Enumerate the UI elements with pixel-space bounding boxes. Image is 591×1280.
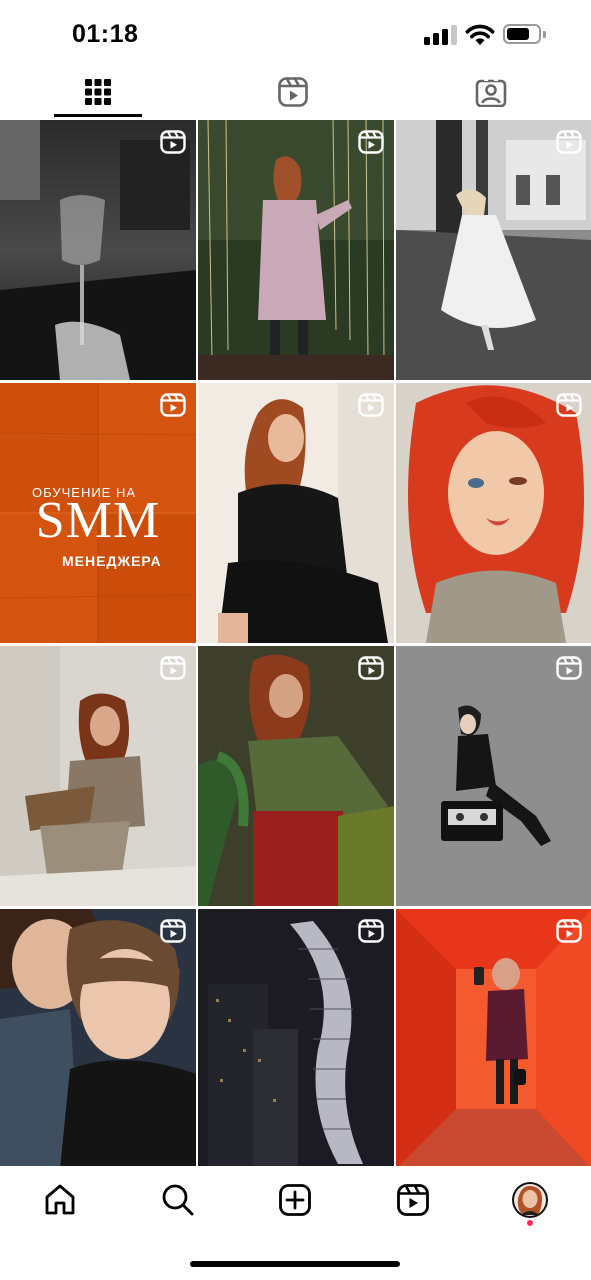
avatar: [512, 1182, 548, 1218]
posts-grid: ОБУЧЕНИЕ НА SMM МЕНЕДЖЕРА: [0, 120, 591, 1169]
nav-reels[interactable]: [393, 1180, 433, 1220]
reels-badge-icon: [556, 130, 582, 154]
post-image-green-sweater: [198, 646, 394, 906]
search-icon: [162, 1184, 194, 1216]
reels-badge-icon: [358, 130, 384, 154]
wifi-icon: [465, 24, 495, 45]
tagged-person-icon: [475, 78, 507, 107]
grid-post-8[interactable]: [198, 646, 394, 906]
post-image-red-corridor-selfie: [396, 909, 591, 1169]
grid-post-5[interactable]: [198, 383, 394, 643]
grid-post-6[interactable]: [396, 383, 591, 643]
grid-post-11[interactable]: [198, 909, 394, 1169]
nav-search[interactable]: [158, 1180, 198, 1220]
grid-post-2[interactable]: [198, 120, 394, 380]
post-image-woman-black-dress: [198, 383, 394, 643]
post-image-reading-notebook: [0, 646, 196, 906]
reels-badge-icon: [358, 919, 384, 943]
tab-reels[interactable]: [248, 66, 338, 118]
reels-badge-icon: [160, 393, 186, 417]
grid-post-1[interactable]: [0, 120, 196, 380]
reels-badge-icon: [358, 656, 384, 680]
home-icon: [45, 1184, 75, 1215]
grid-post-10[interactable]: [0, 909, 196, 1169]
tab-tagged[interactable]: [446, 66, 536, 118]
reels-badge-icon: [160, 919, 186, 943]
status-time: 01:18: [72, 20, 139, 48]
battery-icon: [503, 24, 541, 44]
reels-icon: [278, 77, 308, 107]
bottom-navigation-bar: [0, 1166, 591, 1236]
reels-badge-icon: [160, 656, 186, 680]
grid-post-7[interactable]: [0, 646, 196, 906]
post-image-cassette-collage: [396, 646, 591, 906]
post-image-city-tower-night: [198, 909, 394, 1169]
post-image-wine-glass: [0, 120, 196, 380]
grid-icon: [85, 79, 111, 105]
plus-square-icon: [279, 1184, 311, 1216]
grid-post-12[interactable]: [396, 909, 591, 1169]
reels-badge-icon: [556, 393, 582, 417]
home-indicator[interactable]: [190, 1261, 400, 1267]
active-tab-indicator: [54, 114, 142, 117]
grid-post-3[interactable]: [396, 120, 591, 380]
tab-posts-grid[interactable]: [54, 66, 142, 118]
reels-badge-icon: [556, 919, 582, 943]
grid-post-4-promo[interactable]: ОБУЧЕНИЕ НА SMM МЕНЕДЖЕРА: [0, 383, 196, 643]
post-image-red-hair-portrait: [396, 383, 591, 643]
post-image-fairy-lights: [198, 120, 394, 380]
profile-notification-dot: [527, 1220, 533, 1226]
nav-create[interactable]: [275, 1180, 315, 1220]
promo-line-bottom: МЕНЕДЖЕРА: [62, 553, 162, 569]
reels-badge-icon: [556, 656, 582, 680]
post-image-mother-and-child: [0, 909, 196, 1169]
status-bar: 01:18: [0, 0, 591, 66]
battery-tip: [543, 31, 546, 38]
grid-post-9[interactable]: [396, 646, 591, 906]
cellular-signal-icon: [424, 25, 458, 45]
nav-profile[interactable]: [510, 1180, 550, 1220]
profile-content-tabs: [0, 66, 591, 118]
reels-icon: [397, 1184, 429, 1216]
reels-badge-icon: [358, 393, 384, 417]
post-image-bw-dress: [396, 120, 591, 380]
nav-home[interactable]: [40, 1180, 80, 1220]
promo-title: SMM: [35, 492, 161, 549]
reels-badge-icon: [160, 130, 186, 154]
